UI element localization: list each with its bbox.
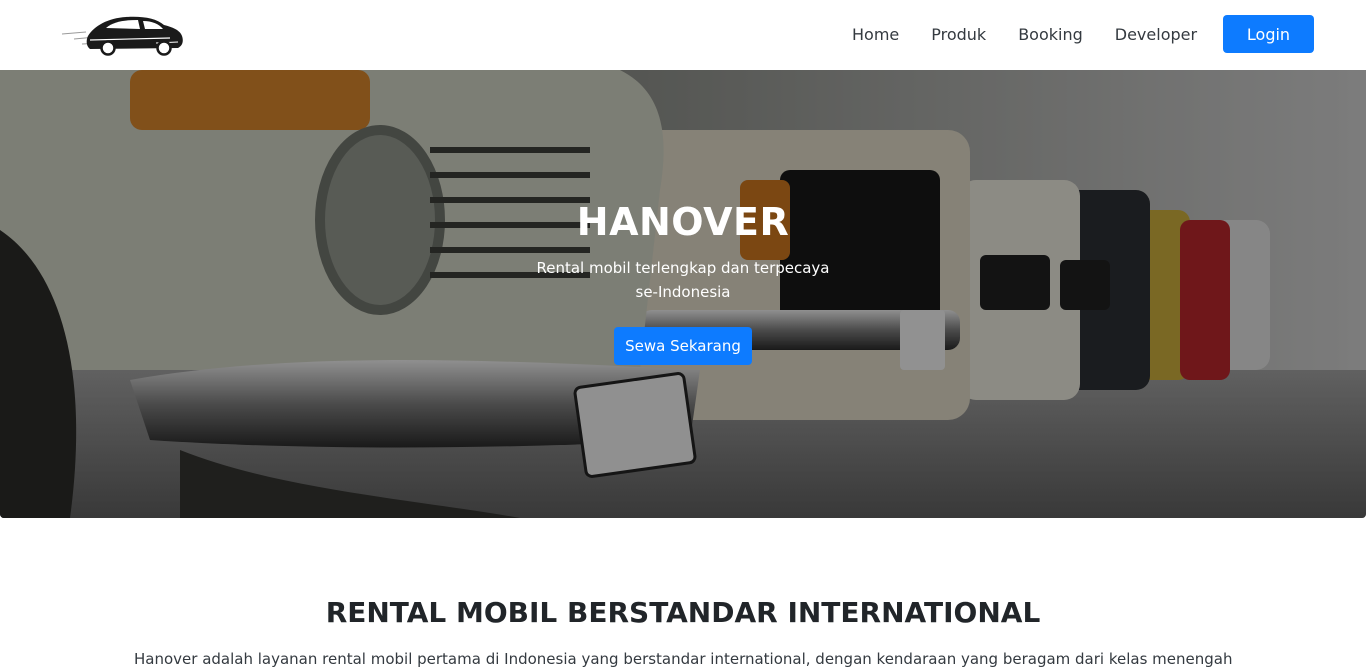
hero-subtitle-line1: Rental mobil terlengkap dan terpecaya xyxy=(536,259,830,277)
hero-subtitle-line2: se-Indonesia xyxy=(635,283,731,301)
hero-banner: HANOVER Rental mobil terlengkap dan terp… xyxy=(0,70,1366,518)
login-button[interactable]: Login xyxy=(1223,15,1314,53)
nav-links: Home Produk Booking Developer xyxy=(836,0,1213,70)
nav-link-booking[interactable]: Booking xyxy=(1002,0,1099,70)
sewa-sekarang-button[interactable]: Sewa Sekarang xyxy=(614,327,752,365)
navbar: Home Produk Booking Developer Login xyxy=(0,0,1366,70)
hero-title: HANOVER xyxy=(576,200,790,244)
nav-link-developer[interactable]: Developer xyxy=(1099,0,1213,70)
section-description: Hanover adalah layanan rental mobil pert… xyxy=(134,650,1233,668)
section-title: RENTAL MOBIL BERSTANDAR INTERNATIONAL xyxy=(325,596,1041,629)
nav-link-produk[interactable]: Produk xyxy=(915,0,1002,70)
nav-link-home[interactable]: Home xyxy=(836,0,915,70)
hero-subtitle: Rental mobil terlengkap dan terpecaya se… xyxy=(483,256,883,304)
car-logo-icon[interactable] xyxy=(60,12,186,56)
